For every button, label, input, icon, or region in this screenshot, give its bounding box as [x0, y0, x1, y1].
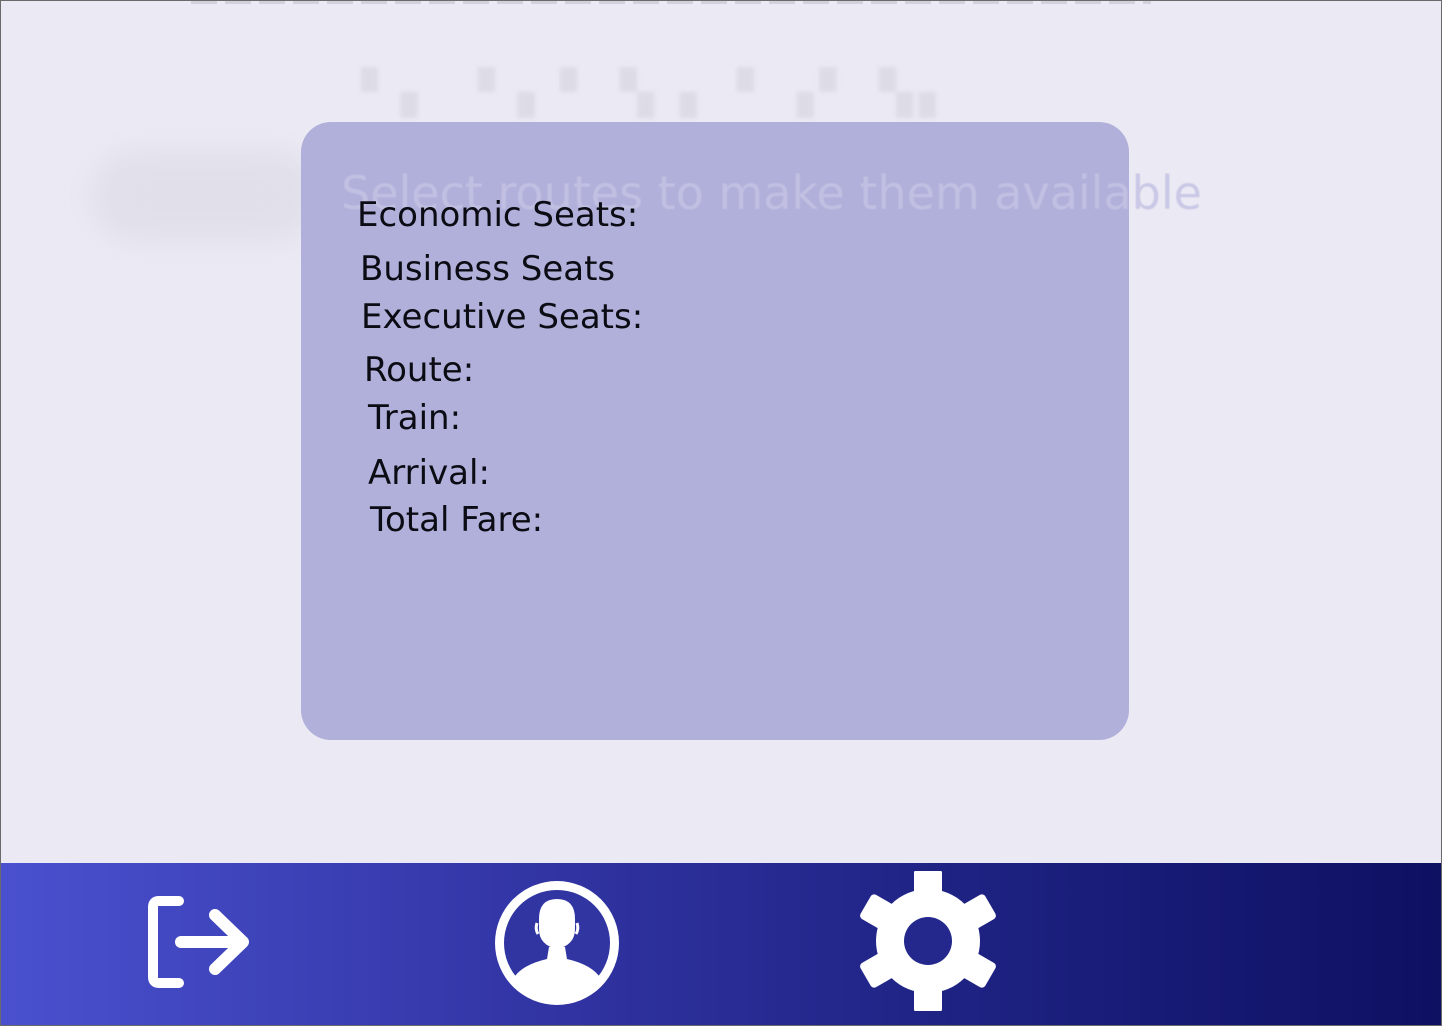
settings-button[interactable] [853, 871, 1003, 1011]
app-window: ▘▖ ▝▗ ▘ ▚ ▖▝ ▗▘ ▚▖ Select routes to make… [0, 0, 1442, 1026]
train-label: Train: [368, 398, 462, 438]
user-profile-icon [495, 881, 619, 1005]
economic-seats-label: Economic Seats: [357, 195, 639, 235]
logout-icon [148, 896, 249, 988]
faded-header-artifact: ▘▖ ▝▗ ▘ ▚ ▖▝ ▗▘ ▚▖ [361, 67, 959, 118]
arrival-label: Arrival: [368, 453, 490, 493]
bottom-navigation-bar [1, 863, 1441, 1025]
settings-gear-icon [860, 871, 996, 1011]
logout-button[interactable] [141, 893, 257, 991]
booking-details-card: Select routes to make them available Eco… [301, 122, 1202, 740]
faded-smudge [91, 151, 321, 241]
profile-button[interactable] [493, 879, 621, 1007]
route-label: Route: [364, 350, 475, 390]
business-seats-label: Business Seats [360, 249, 616, 289]
top-divider [191, 1, 1151, 4]
executive-seats-label: Executive Seats: [361, 297, 644, 337]
total-fare-label: Total Fare: [370, 500, 544, 540]
